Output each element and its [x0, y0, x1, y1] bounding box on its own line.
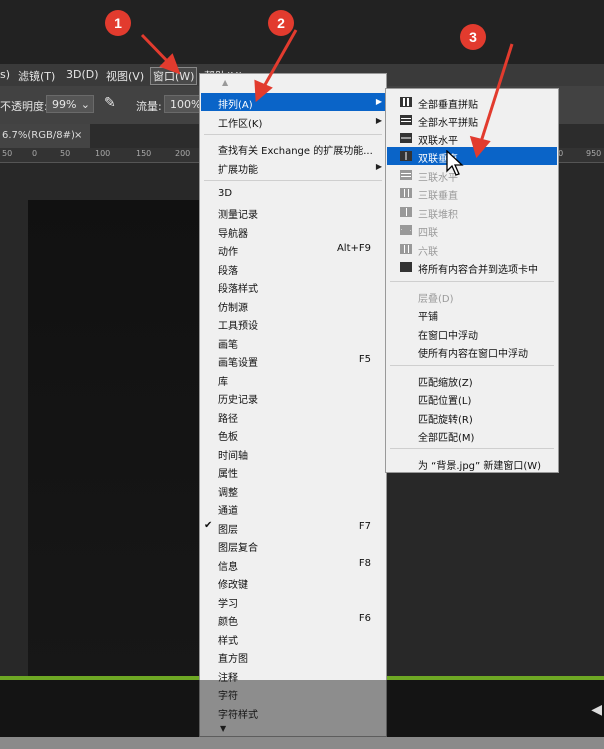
step-badge-1: 1 [105, 10, 131, 36]
arrow-2 [260, 29, 298, 91]
arrow-3-head [469, 135, 491, 159]
arrow-3 [478, 43, 514, 146]
arrow-2-head [254, 79, 273, 103]
step-badge-3: 3 [460, 24, 486, 50]
step-badge-2: 2 [268, 10, 294, 36]
annotation-arrows [140, 29, 514, 159]
